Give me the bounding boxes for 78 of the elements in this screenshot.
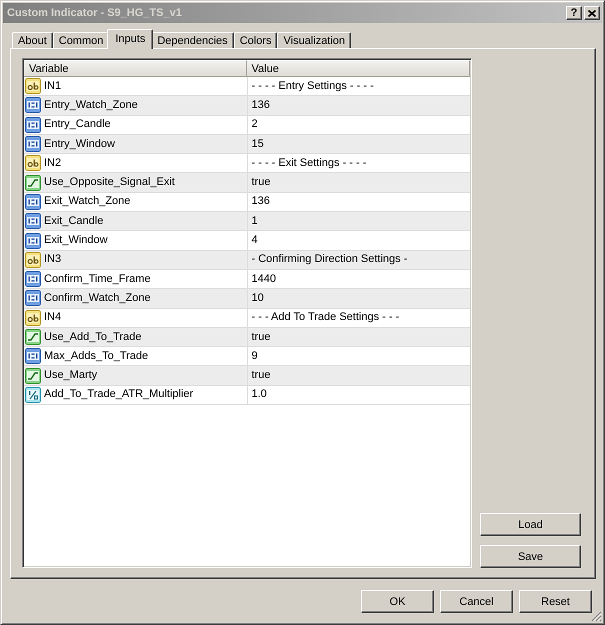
close-icon: [588, 10, 596, 16]
integer-type-icon: [25, 232, 41, 249]
table-row[interactable]: Entry_Watch_Zone 136: [24, 96, 470, 116]
dialog-button[interactable]: Cancel: [440, 590, 513, 613]
string-type-icon: [25, 78, 41, 94]
integer-type-icon: [25, 136, 41, 152]
value-cell: 136: [246, 192, 470, 212]
value-cell: 1440: [246, 270, 470, 288]
close-button[interactable]: [584, 6, 600, 20]
table-row[interactable]: Confirm_Watch_Zone 10: [24, 289, 470, 309]
tab[interactable]: Dependencies: [151, 32, 234, 48]
integer-type-icon: [25, 194, 41, 210]
boolean-type-icon: [25, 368, 41, 384]
value-cell: - Confirming Direction Settings -: [246, 250, 470, 269]
value-cell: 9: [246, 347, 470, 366]
dialog-button[interactable]: OK: [361, 590, 434, 613]
value-cell: 10: [246, 289, 470, 308]
variable-name: IN3: [44, 254, 62, 266]
value-cell: - - - - Exit Settings - - - -: [246, 154, 470, 172]
table-row[interactable]: IN3 - Confirming Direction Settings -: [24, 250, 470, 270]
dialog-button[interactable]: Reset: [519, 590, 592, 613]
file-button[interactable]: Load: [480, 513, 581, 536]
tab[interactable]: Colors: [234, 32, 278, 48]
table-row[interactable]: Exit_Candle 1: [24, 212, 470, 232]
table-row[interactable]: Use_Add_To_Trade true: [24, 328, 470, 348]
value-cell: - - - - Entry Settings - - - -: [246, 77, 470, 96]
value-cell: 4: [246, 231, 470, 250]
value-cell: 1.0: [246, 386, 470, 404]
integer-type-icon: [25, 290, 41, 306]
table-row[interactable]: Add_To_Trade_ATR_Multiplier 1.0: [24, 386, 470, 406]
help-button[interactable]: ?: [566, 6, 582, 20]
decimal-type-icon: [25, 386, 41, 403]
variable-name: Entry_Window: [44, 138, 115, 150]
integer-type-icon: [25, 271, 41, 288]
variable-name: IN2: [44, 158, 62, 169]
variable-name: Use_Marty: [44, 370, 98, 382]
string-type-icon: [25, 310, 41, 326]
string-type-icon: [25, 252, 41, 268]
column-header[interactable]: Variable: [24, 60, 246, 77]
variable-name: IN4: [44, 312, 62, 324]
value-cell: true: [246, 366, 470, 385]
variable-name: Use_Add_To_Trade: [44, 332, 142, 342]
value-cell: true: [246, 173, 470, 192]
table-row[interactable]: Use_Opposite_Signal_Exit true: [24, 173, 470, 193]
value-cell: 136: [246, 96, 470, 115]
table-row[interactable]: Entry_Window 15: [24, 134, 470, 154]
variable-name: Confirm_Watch_Zone: [44, 292, 151, 304]
boolean-type-icon: [25, 174, 41, 191]
resize-grip-icon[interactable]: [591, 611, 602, 622]
variable-name: Entry_Candle: [44, 119, 111, 130]
variable-name: Use_Opposite_Signal_Exit: [44, 177, 175, 188]
value-cell: 2: [246, 116, 470, 134]
file-button[interactable]: Save: [480, 545, 581, 568]
string-type-icon: [25, 155, 41, 172]
variable-name: IN1: [44, 80, 62, 92]
boolean-type-icon: [25, 329, 41, 345]
integer-type-icon: [25, 348, 41, 364]
tab[interactable]: About: [12, 32, 53, 48]
tab[interactable]: Inputs: [107, 29, 154, 49]
variable-name: Add_To_Trade_ATR_Multiplier: [44, 389, 194, 400]
table-row[interactable]: Use_Marty true: [24, 366, 470, 386]
value-cell: true: [246, 328, 470, 346]
variable-name: Exit_Candle: [44, 216, 104, 227]
integer-type-icon: [25, 97, 41, 114]
value-cell: 1: [246, 212, 470, 230]
variable-name: Exit_Window: [44, 235, 108, 246]
variable-name: Max_Adds_To_Trade: [44, 350, 148, 362]
tab[interactable]: Visualization: [277, 32, 352, 48]
variable-name: Exit_Watch_Zone: [44, 196, 130, 208]
variable-name: Entry_Watch_Zone: [44, 100, 138, 111]
variable-name: Confirm_Time_Frame: [44, 274, 151, 285]
integer-type-icon: [25, 116, 41, 133]
tab[interactable]: Common: [52, 32, 110, 48]
window-title: Custom Indicator - S9_HG_TS_v1: [7, 7, 183, 19]
value-cell: - - - Add To Trade Settings - - -: [246, 308, 470, 327]
column-header[interactable]: Value: [246, 60, 470, 77]
value-cell: 15: [246, 134, 470, 154]
integer-type-icon: [25, 213, 41, 230]
